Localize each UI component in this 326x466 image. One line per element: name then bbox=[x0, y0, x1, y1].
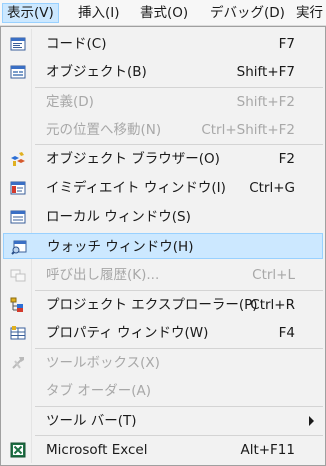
menu-item-call-stack: 呼び出し履歴(K)... Ctrl+L bbox=[3, 262, 323, 288]
menu-item-label: 元の位置へ移動(N) bbox=[46, 122, 162, 138]
project-explorer-icon bbox=[10, 297, 26, 313]
menu-item-shortcut: Shift+F7 bbox=[236, 64, 295, 80]
menu-item-label: タブ オーダー(A) bbox=[46, 383, 152, 399]
menu-item-tab-order: タブ オーダー(A) bbox=[3, 378, 323, 404]
menu-bar: 表示(V) 挿入(I) 書式(O) デバッグ(D) 実行 bbox=[0, 0, 326, 26]
menu-item-shortcut: F4 bbox=[278, 325, 295, 341]
menu-item-label: 呼び出し履歴(K)... bbox=[46, 267, 160, 283]
menu-item-shortcut: Ctrl+G bbox=[249, 180, 295, 196]
menu-separator bbox=[35, 290, 323, 291]
menu-item-shortcut: F7 bbox=[278, 36, 295, 52]
menu-item-shortcut: Alt+F11 bbox=[240, 442, 295, 458]
menu-item-label: イミディエイト ウィンドウ(I) bbox=[46, 180, 226, 196]
menu-item-project-explorer[interactable]: プロジェクト エクスプローラー(P) Ctrl+R bbox=[3, 292, 323, 318]
menu-item-label: ツール バー(T) bbox=[46, 413, 137, 429]
menu-item-code[interactable]: コード(C) F7 bbox=[3, 31, 323, 57]
menu-item-label: オブジェクト(B) bbox=[46, 64, 147, 80]
menu-item-label: ウォッチ ウィンドウ(H) bbox=[47, 239, 194, 255]
menu-debug[interactable]: デバッグ(D) bbox=[206, 3, 289, 23]
menu-item-label: ローカル ウィンドウ(S) bbox=[46, 209, 191, 225]
immediate-window-icon bbox=[10, 180, 26, 196]
menu-run[interactable]: 実行 bbox=[292, 3, 326, 23]
menu-item-shortcut: Ctrl+R bbox=[250, 297, 295, 313]
menu-item-label: Microsoft Excel bbox=[46, 442, 148, 458]
menu-separator bbox=[35, 144, 323, 145]
menu-separator bbox=[35, 406, 323, 407]
menu-item-shortcut: Ctrl+L bbox=[252, 267, 295, 283]
locals-window-icon bbox=[10, 209, 26, 225]
menu-item-watch-window[interactable]: ウォッチ ウィンドウ(H) bbox=[3, 233, 323, 259]
watch-window-icon bbox=[11, 239, 27, 255]
menu-separator bbox=[35, 348, 323, 349]
object-icon bbox=[10, 64, 26, 80]
menu-item-shortcut: Ctrl+Shift+F2 bbox=[201, 122, 295, 138]
menu-separator bbox=[35, 435, 323, 436]
menu-insert[interactable]: 挿入(I) bbox=[74, 3, 124, 23]
menu-item-label: オブジェクト ブラウザー(O) bbox=[46, 151, 220, 167]
toolbox-icon bbox=[10, 355, 26, 371]
menu-item-microsoft-excel[interactable]: Microsoft Excel Alt+F11 bbox=[3, 437, 323, 463]
menu-item-properties-window[interactable]: プロパティ ウィンドウ(W) F4 bbox=[3, 320, 323, 346]
menu-item-toolbars[interactable]: ツール バー(T) bbox=[3, 408, 323, 434]
menu-item-locals-window[interactable]: ローカル ウィンドウ(S) bbox=[3, 204, 323, 230]
menu-item-last-position: 元の位置へ移動(N) Ctrl+Shift+F2 bbox=[3, 117, 323, 143]
menu-item-object-browser[interactable]: オブジェクト ブラウザー(O) F2 bbox=[3, 146, 323, 172]
menu-item-object[interactable]: オブジェクト(B) Shift+F7 bbox=[3, 59, 323, 85]
object-browser-icon bbox=[10, 151, 26, 167]
menu-item-label: 定義(D) bbox=[46, 94, 94, 110]
menu-item-definition: 定義(D) Shift+F2 bbox=[3, 89, 323, 115]
menu-format[interactable]: 書式(O) bbox=[136, 3, 192, 23]
excel-icon bbox=[10, 442, 26, 458]
menu-view[interactable]: 表示(V) bbox=[2, 3, 59, 23]
submenu-arrow-icon bbox=[309, 416, 314, 426]
code-icon bbox=[10, 36, 26, 52]
menu-item-label: ツールボックス(X) bbox=[46, 355, 160, 371]
view-menu-dropdown: コード(C) F7 オブジェクト(B) Shift+F7 定義(D) Shift… bbox=[0, 26, 326, 466]
menu-item-shortcut: Shift+F2 bbox=[236, 94, 295, 110]
menu-item-toolbox: ツールボックス(X) bbox=[3, 350, 323, 376]
menu-separator bbox=[35, 87, 323, 88]
properties-window-icon bbox=[10, 325, 26, 341]
menu-item-label: プロパティ ウィンドウ(W) bbox=[46, 325, 209, 341]
menu-item-label: プロジェクト エクスプローラー(P) bbox=[46, 297, 258, 313]
call-stack-icon bbox=[10, 267, 26, 283]
menu-item-label: コード(C) bbox=[46, 36, 107, 52]
menu-item-shortcut: F2 bbox=[278, 151, 295, 167]
menu-item-immediate-window[interactable]: イミディエイト ウィンドウ(I) Ctrl+G bbox=[3, 175, 323, 201]
